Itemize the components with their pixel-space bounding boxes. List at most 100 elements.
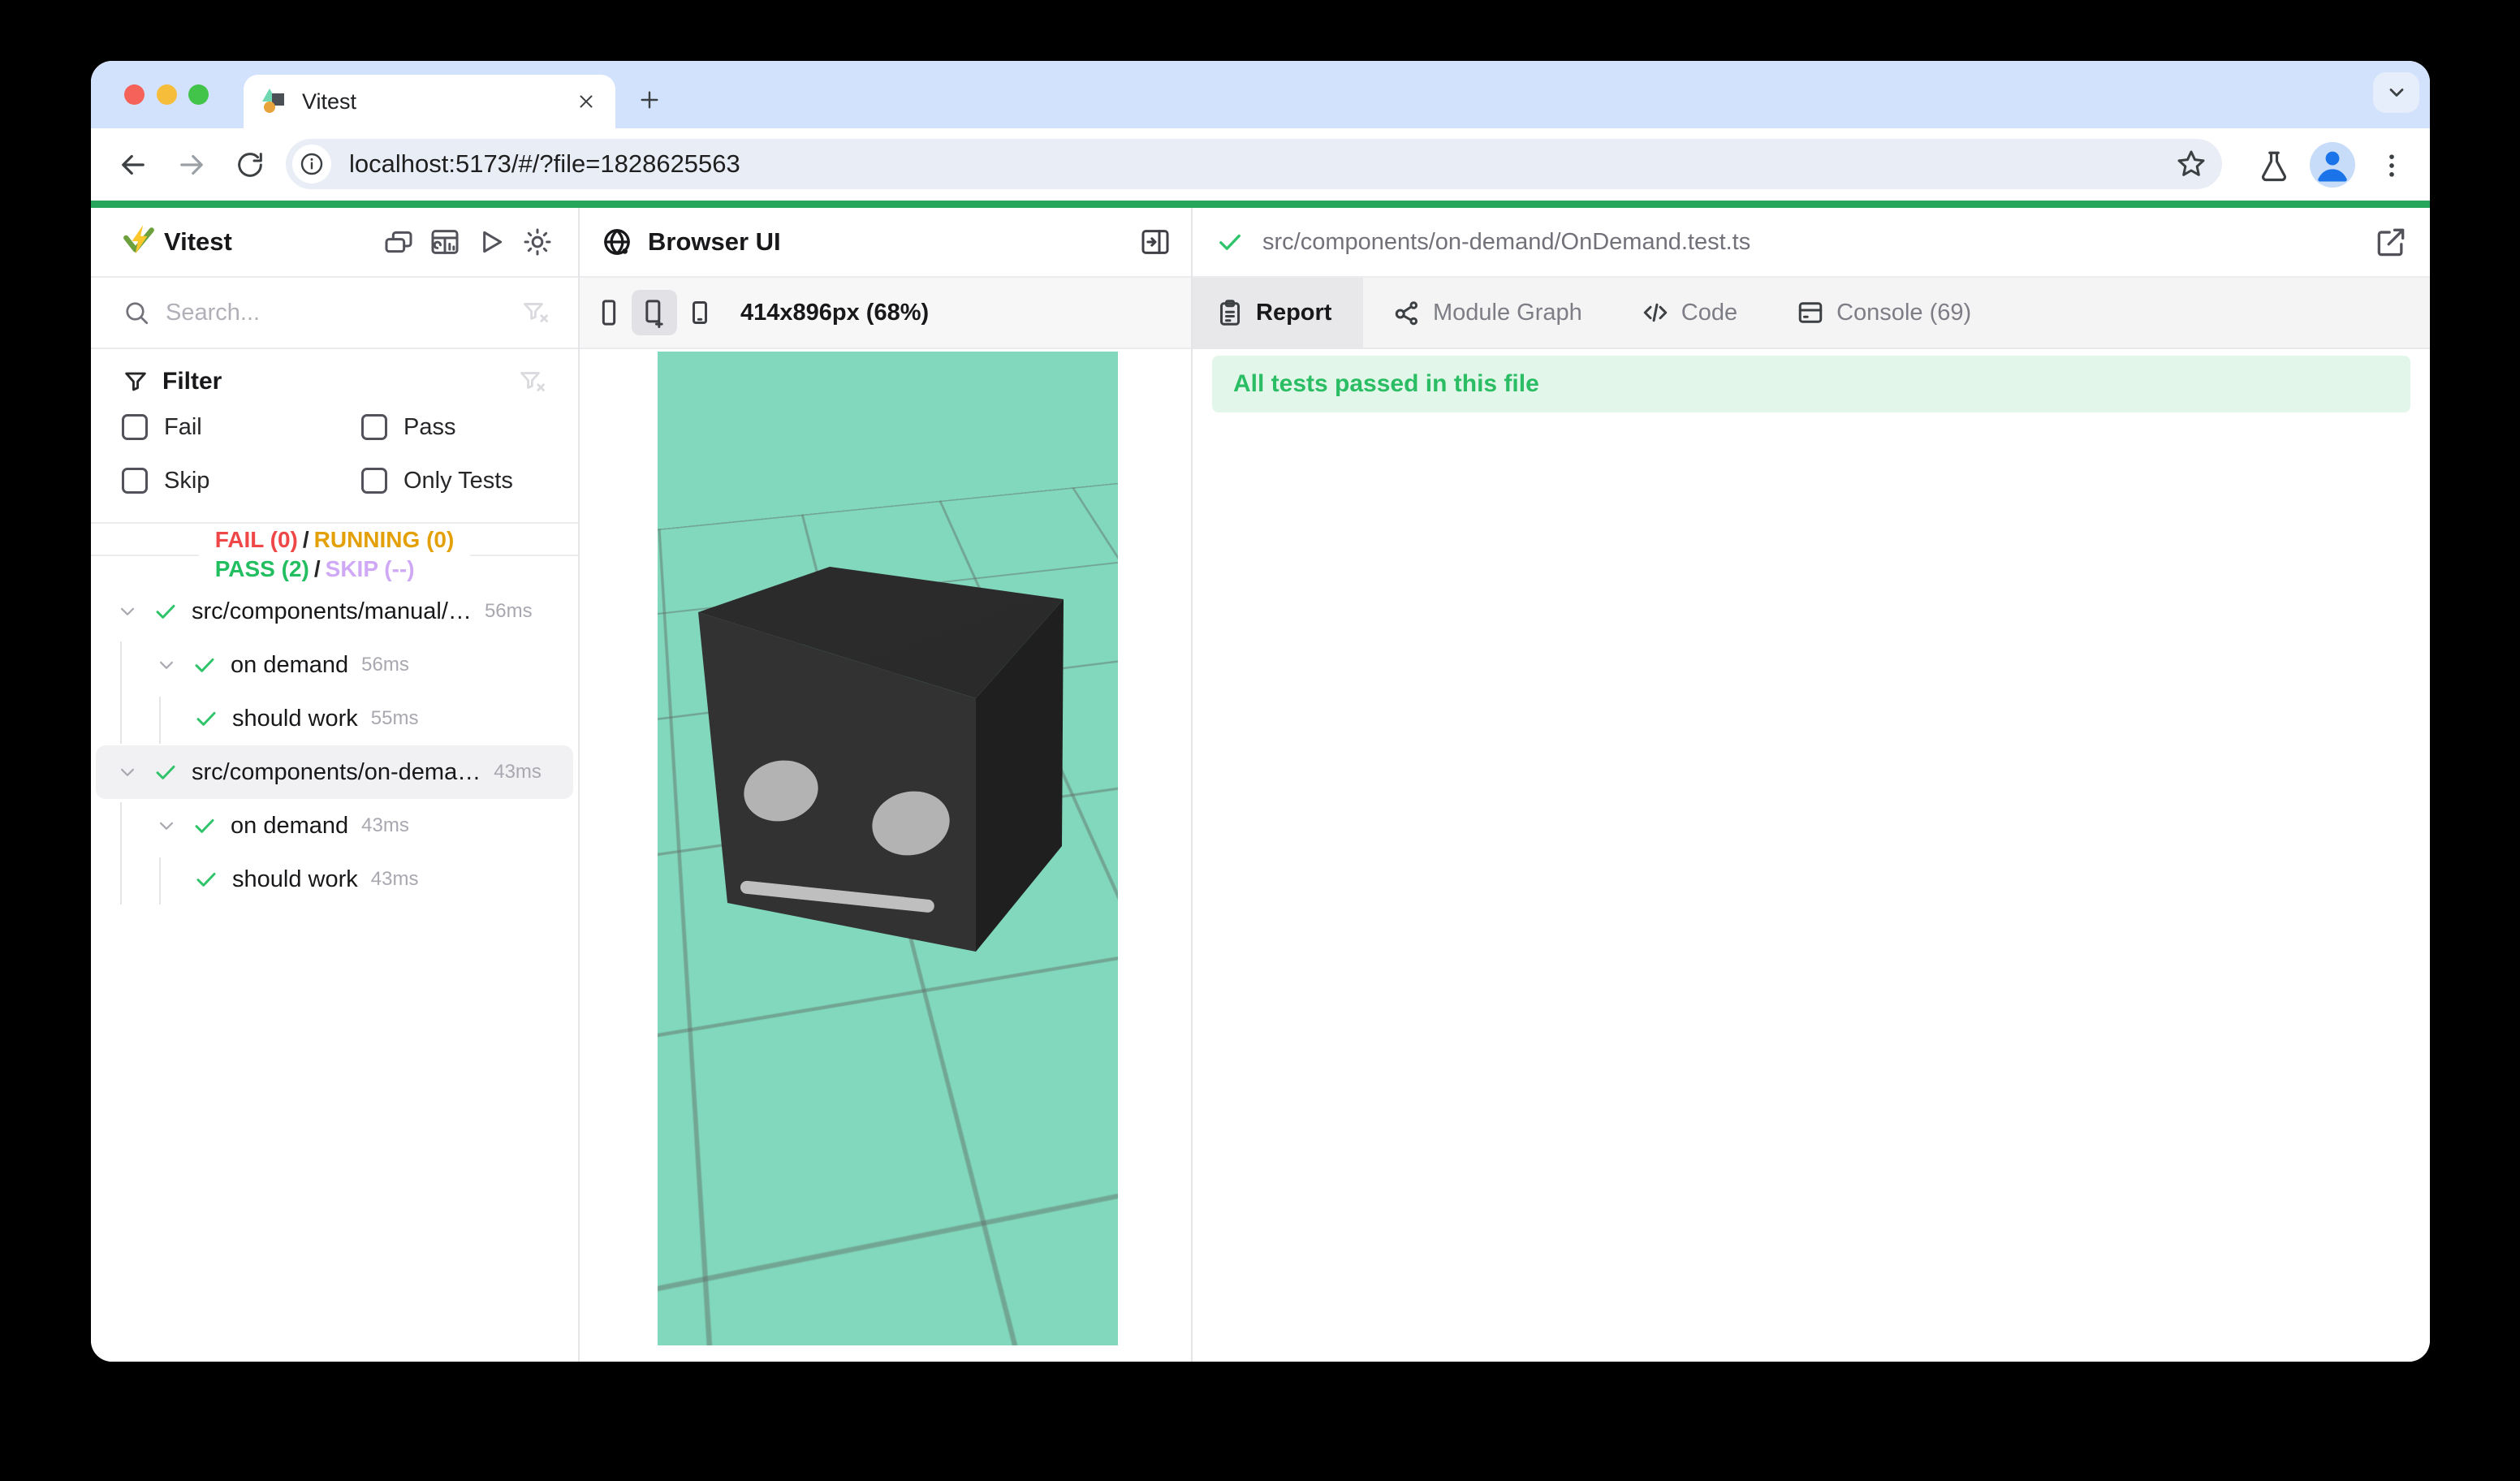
tab-search-button[interactable]	[2373, 72, 2419, 113]
chevron-down-icon[interactable]	[115, 599, 140, 624]
vitest-logo-icon	[122, 223, 156, 261]
device-tablet-icon[interactable]	[677, 290, 723, 335]
search-row	[91, 278, 578, 349]
sidebar: Vitest	[91, 208, 578, 1362]
back-icon[interactable]	[114, 145, 153, 184]
pass-check-icon	[193, 706, 219, 732]
filter-section: Filter Fail Pass Skip Only Tests	[91, 349, 578, 524]
duration: 56ms	[485, 600, 533, 623]
globe-icon	[601, 226, 633, 258]
clear-search-filter-icon[interactable]	[521, 298, 550, 327]
browser-tab-vitest[interactable]: Vitest	[244, 75, 615, 128]
chevron-down-icon[interactable]	[154, 653, 179, 677]
duration: 56ms	[361, 654, 409, 676]
report-panel: src/components/on-demand/OnDemand.test.t…	[1191, 208, 2430, 1362]
test-summary: FAIL (0)/RUNNING (0) PASS (2)/SKIP (--)	[91, 524, 578, 585]
pass-count: PASS (2)	[215, 556, 309, 581]
checkbox-only-tests[interactable]	[361, 468, 387, 494]
tab-strip: Vitest	[91, 61, 2430, 128]
all-tests-passed-banner: All tests passed in this file	[1212, 356, 2410, 412]
pass-check-icon	[153, 759, 179, 785]
traffic-light-close[interactable]	[124, 84, 145, 105]
test-tree: src/components/manual/… 56ms on demand 5…	[91, 585, 578, 906]
tab-module-graph[interactable]: Module Graph	[1363, 278, 1612, 348]
duration: 55ms	[371, 707, 419, 730]
device-phone-plus-icon[interactable]	[632, 290, 677, 335]
pass-check-icon	[193, 866, 219, 892]
open-external-icon[interactable]	[2373, 224, 2409, 260]
chevron-down-icon[interactable]	[115, 760, 140, 784]
viewport-dimensions: 414x896px (68%)	[740, 300, 929, 326]
browser-window: Vitest localhost:5173/#/?file=1828625563	[91, 61, 2430, 1362]
device-phone-icon[interactable]	[586, 290, 632, 335]
fail-count: FAIL (0)	[215, 527, 298, 552]
duration: 43ms	[494, 761, 542, 784]
checkbox-skip[interactable]	[122, 468, 148, 494]
browser-toolbar: localhost:5173/#/?file=1828625563	[91, 128, 2430, 201]
tree-row-file-manual[interactable]: src/components/manual/… 56ms	[96, 585, 573, 638]
tree-row-test[interactable]: should work 55ms	[96, 692, 573, 745]
collapse-windows-icon[interactable]	[381, 224, 416, 260]
forward-icon[interactable]	[172, 145, 211, 184]
file-pass-check-icon	[1215, 227, 1245, 257]
pass-check-icon	[153, 598, 179, 624]
theme-sun-icon[interactable]	[520, 224, 555, 260]
search-icon	[122, 298, 151, 327]
report-clipboard-icon	[1215, 298, 1245, 327]
checkbox-fail[interactable]	[122, 414, 148, 440]
report-header: src/components/on-demand/OnDemand.test.t…	[1193, 208, 2430, 278]
reload-icon[interactable]	[231, 145, 270, 184]
vitest-app: Vitest	[91, 208, 2430, 1362]
url-text[interactable]: localhost:5173/#/?file=1828625563	[349, 149, 2172, 179]
traffic-light-minimize[interactable]	[157, 84, 177, 105]
tree-row-suite[interactable]: on demand 43ms	[96, 799, 573, 853]
pass-check-icon	[192, 813, 218, 839]
report-tabs: Report Module Graph Code Console (69)	[1193, 278, 2430, 349]
labs-flask-icon[interactable]	[2255, 146, 2293, 185]
tab-console[interactable]: Console (69)	[1767, 278, 2000, 348]
filter-title: Filter	[162, 368, 222, 395]
filter-option-fail[interactable]: Fail	[122, 406, 361, 448]
traffic-light-zoom[interactable]	[188, 84, 209, 105]
funnel-icon	[122, 368, 149, 395]
profile-avatar[interactable]	[2310, 142, 2355, 188]
tab-title: Vitest	[302, 89, 570, 114]
filter-option-skip[interactable]: Skip	[122, 460, 361, 502]
tab-close-icon[interactable]	[570, 85, 602, 118]
vitest-favicon	[261, 89, 287, 114]
tree-row-suite[interactable]: on demand 56ms	[96, 638, 573, 692]
tree-row-file-on-demand[interactable]: src/components/on-dema… 43ms	[96, 745, 573, 799]
sidebar-header: Vitest	[91, 208, 578, 278]
dock-panel-icon[interactable]	[1139, 226, 1172, 258]
running-count: RUNNING (0)	[314, 527, 455, 552]
browser-menu-icon[interactable]	[2372, 146, 2411, 185]
url-bar[interactable]: localhost:5173/#/?file=1828625563	[286, 139, 2222, 189]
console-icon	[1796, 298, 1825, 327]
search-input[interactable]	[164, 299, 521, 327]
module-graph-icon	[1392, 298, 1422, 327]
device-toolbar: 414x896px (68%)	[580, 278, 1191, 349]
site-info-icon[interactable]	[292, 145, 331, 184]
duration: 43ms	[361, 814, 409, 837]
file-path: src/components/on-demand/OnDemand.test.t…	[1262, 229, 2373, 256]
filter-option-only-tests[interactable]: Only Tests	[361, 460, 547, 502]
test-viewport[interactable]	[658, 352, 1118, 1345]
browser-ui-panel: Browser UI 414x896px (68%)	[578, 208, 1191, 1362]
duration: 43ms	[371, 868, 419, 891]
run-all-icon[interactable]	[473, 224, 509, 260]
preview-title: Browser UI	[648, 227, 781, 257]
pass-check-icon	[192, 652, 218, 678]
dashboard-icon[interactable]	[427, 224, 463, 260]
skip-count: SKIP (--)	[326, 556, 415, 581]
new-tab-button[interactable]	[627, 77, 672, 123]
app-title: Vitest	[164, 227, 232, 257]
bookmark-star-icon[interactable]	[2172, 145, 2211, 184]
tab-code[interactable]: Code	[1612, 278, 1767, 348]
clear-filter-icon[interactable]	[518, 367, 547, 396]
tree-row-test[interactable]: should work 43ms	[96, 853, 573, 906]
checkbox-pass[interactable]	[361, 414, 387, 440]
tab-report[interactable]: Report	[1193, 278, 1363, 348]
filter-option-pass[interactable]: Pass	[361, 406, 547, 448]
browser-ui-header: Browser UI	[580, 208, 1191, 278]
chevron-down-icon[interactable]	[154, 814, 179, 838]
